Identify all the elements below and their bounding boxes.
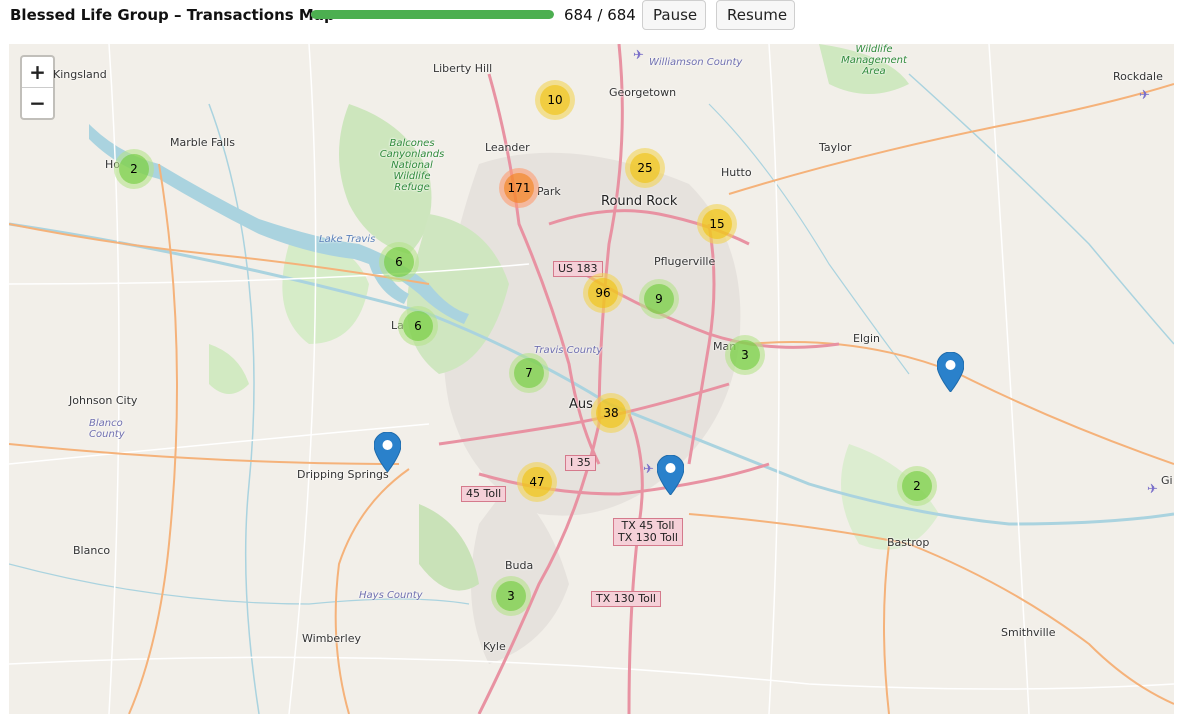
place-label: Leander: [485, 141, 530, 154]
location-marker-icon[interactable]: [374, 432, 401, 472]
cluster-count: 2: [119, 154, 149, 184]
progress-bar: [311, 10, 554, 19]
page-title: Blessed Life Group – Transactions Map: [10, 6, 335, 24]
place-label: Round Rock: [601, 194, 678, 209]
marker-cluster[interactable]: 3: [725, 335, 765, 375]
progress-count: 684 / 684: [564, 6, 636, 24]
zoom-control: + −: [20, 55, 55, 120]
highway-shield: TX 45 Toll TX 130 Toll: [613, 518, 683, 546]
park-label: Balcones Canyonlands National Wildlife R…: [379, 138, 445, 193]
place-label: Kyle: [483, 640, 506, 653]
marker-cluster[interactable]: 2: [897, 466, 937, 506]
marker-cluster[interactable]: 96: [583, 273, 623, 313]
resume-button[interactable]: Resume: [716, 0, 795, 30]
map-container[interactable]: Kingsland Liberty Hill Georgetown Willia…: [9, 44, 1174, 714]
highway-shield: TX 130 Toll: [591, 591, 661, 607]
place-label: Johnson City: [69, 394, 138, 407]
water-label: Lake Travis: [319, 234, 376, 245]
cluster-count: 15: [702, 209, 732, 239]
marker-cluster[interactable]: 3: [491, 576, 531, 616]
cluster-count: 171: [504, 173, 534, 203]
place-label: Bastrop: [887, 536, 930, 549]
highway-shield-line: TX 130 Toll: [618, 531, 678, 544]
marker-cluster[interactable]: 171: [499, 168, 539, 208]
marker-cluster[interactable]: 15: [697, 204, 737, 244]
zoom-in-button[interactable]: +: [22, 57, 53, 88]
marker-cluster[interactable]: 9: [639, 279, 679, 319]
marker-cluster[interactable]: 38: [591, 393, 631, 433]
cluster-count: 6: [384, 247, 414, 277]
airport-icon: ✈: [633, 48, 644, 63]
place-label: Wimberley: [302, 632, 362, 645]
place-label: Taylor: [819, 141, 852, 154]
marker-cluster[interactable]: 25: [625, 148, 665, 188]
progress-bar-fill: [311, 10, 554, 19]
cluster-count: 47: [522, 467, 552, 497]
place-label: Gi: [1161, 474, 1173, 487]
airport-icon: ✈: [1147, 482, 1158, 497]
place-label: Liberty Hill: [433, 62, 493, 75]
county-label: Williamson County: [649, 57, 743, 68]
pause-button[interactable]: Pause: [642, 0, 706, 30]
cluster-count: 9: [644, 284, 674, 314]
cluster-count: 38: [596, 398, 626, 428]
cluster-count: 2: [902, 471, 932, 501]
cluster-count: 7: [514, 358, 544, 388]
location-marker-icon[interactable]: [657, 455, 684, 495]
zoom-out-button[interactable]: −: [22, 88, 53, 118]
county-label: Travis County: [534, 345, 603, 356]
county-label: Hays County: [359, 590, 423, 601]
cluster-count: 25: [630, 153, 660, 183]
marker-cluster[interactable]: 10: [535, 80, 575, 120]
marker-cluster[interactable]: 7: [509, 353, 549, 393]
marker-cluster[interactable]: 2: [114, 149, 154, 189]
place-label: Hutto: [721, 166, 752, 179]
county-label: Blanco County: [89, 418, 125, 440]
highway-shield: 45 Toll: [461, 486, 507, 502]
place-label: Park: [537, 185, 561, 198]
place-label: Smithville: [1001, 626, 1056, 639]
marker-cluster[interactable]: 6: [398, 306, 438, 346]
place-label: Aus: [569, 397, 593, 412]
airport-icon: ✈: [643, 462, 654, 477]
cluster-count: 10: [540, 85, 570, 115]
cluster-count: 3: [730, 340, 760, 370]
marker-cluster[interactable]: 6: [379, 242, 419, 282]
highway-shield: I 35: [565, 455, 596, 471]
location-marker-icon[interactable]: [937, 352, 964, 392]
place-label: Marble Falls: [170, 136, 235, 149]
place-label: Elgin: [853, 332, 881, 345]
header-bar: Blessed Life Group – Transactions Map 68…: [0, 0, 1200, 32]
cluster-count: 96: [588, 278, 618, 308]
place-label: Pflugerville: [654, 255, 716, 268]
park-label: Wildlife Management Area: [841, 44, 907, 77]
place-label: Rockdale: [1113, 70, 1163, 83]
place-label: Blanco: [73, 544, 111, 557]
place-label: Georgetown: [609, 86, 677, 99]
cluster-count: 6: [403, 311, 433, 341]
place-label: Buda: [505, 559, 534, 572]
cluster-count: 3: [496, 581, 526, 611]
marker-cluster[interactable]: 47: [517, 462, 557, 502]
place-label: Kingsland: [53, 68, 107, 81]
airport-icon: ✈: [1139, 88, 1150, 103]
